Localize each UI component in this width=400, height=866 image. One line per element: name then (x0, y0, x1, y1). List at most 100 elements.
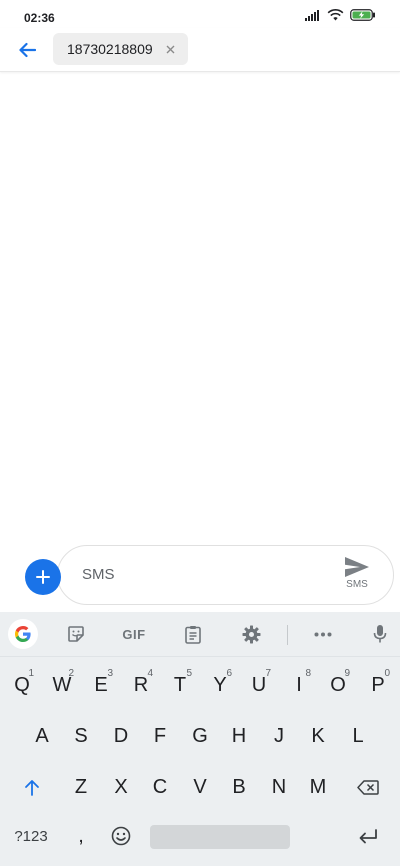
key-u[interactable]: U7 (239, 665, 279, 705)
key-label: J (274, 724, 284, 747)
key-hint: 9 (344, 668, 350, 679)
key-a[interactable]: A (22, 716, 62, 756)
key-label: F (153, 724, 167, 747)
recipient-number: 18730218809 (67, 41, 153, 57)
comma-key[interactable]: , (61, 816, 101, 856)
key-label: G (192, 724, 208, 747)
key-p[interactable]: P0 (358, 665, 398, 705)
key-q[interactable]: Q1 (2, 665, 42, 705)
key-label: Q (14, 673, 30, 696)
status-time: 02:36 (24, 11, 55, 25)
message-input[interactable] (82, 566, 322, 583)
gear-icon[interactable] (239, 621, 263, 647)
key-m[interactable]: M (298, 767, 338, 807)
add-attachment-button[interactable] (25, 559, 61, 595)
key-t[interactable]: T5 (160, 665, 200, 705)
key-label: I (296, 673, 302, 696)
key-label: E (94, 673, 108, 696)
backspace-icon (357, 779, 379, 795)
key-label: L (352, 724, 364, 747)
clipboard-icon[interactable] (181, 621, 205, 647)
key-hint: 3 (107, 668, 113, 679)
close-icon[interactable] (162, 41, 178, 57)
key-label: U (251, 673, 267, 696)
gif-button[interactable]: GIF (118, 621, 150, 647)
key-f[interactable]: F (140, 716, 180, 756)
google-g-icon[interactable] (8, 619, 38, 649)
send-icon (345, 557, 369, 577)
key-label: M (309, 775, 327, 798)
comma-label: , (78, 824, 84, 847)
key-hint: 2 (68, 668, 74, 679)
key-label: O (330, 673, 346, 696)
key-c[interactable]: C (140, 767, 180, 807)
key-hint: 0 (384, 668, 390, 679)
sticker-icon[interactable] (64, 621, 88, 647)
key-h[interactable]: H (219, 716, 259, 756)
toolbar-divider (287, 625, 288, 645)
shift-key[interactable] (12, 767, 52, 807)
status-bar: 02:36 (0, 0, 400, 28)
key-label: C (152, 775, 168, 798)
more-options-icon[interactable] (311, 621, 335, 647)
key-hint: 6 (226, 668, 232, 679)
arrow-left-icon (19, 42, 36, 58)
key-label: D (113, 724, 129, 747)
send-button[interactable]: SMS (341, 556, 373, 596)
key-label: B (232, 775, 246, 798)
key-hint: 5 (186, 668, 192, 679)
key-k[interactable]: K (298, 716, 338, 756)
enter-icon (359, 828, 377, 843)
plus-icon (36, 570, 50, 584)
key-e[interactable]: E3 (81, 665, 121, 705)
key-z[interactable]: Z (61, 767, 101, 807)
key-r[interactable]: R4 (121, 665, 161, 705)
key-i[interactable]: I8 (279, 665, 319, 705)
recipient-chip[interactable]: 18730218809 (53, 33, 188, 65)
symbols-key[interactable]: ?123 (6, 816, 56, 856)
keyboard: G I F Q 1 W 2 E 3 R 4 T 5 Y 6 U 7 I 8 O 9 … (0, 612, 400, 866)
send-label: SMS (346, 579, 368, 590)
key-s[interactable]: S (61, 716, 101, 756)
key-label: N (271, 775, 287, 798)
status-icons (305, 9, 376, 21)
microphone-icon[interactable] (368, 621, 392, 647)
emoji-key[interactable] (101, 816, 141, 856)
key-b[interactable]: B (219, 767, 259, 807)
key-label: S (74, 724, 88, 747)
back-button[interactable] (14, 37, 40, 63)
gif-label: GIF (122, 626, 146, 642)
key-hint: 7 (265, 668, 271, 679)
key-x[interactable]: X (101, 767, 141, 807)
space-key[interactable] (150, 825, 290, 849)
key-y[interactable]: Y6 (200, 665, 240, 705)
compose-field: SMS (57, 545, 394, 605)
key-label: P (371, 673, 385, 696)
wifi-icon (327, 9, 344, 21)
key-label: K (311, 724, 325, 747)
keyboard-toolbar: GIF (0, 612, 400, 657)
backspace-key[interactable] (348, 767, 388, 807)
key-w[interactable]: W2 (42, 665, 82, 705)
key-v[interactable]: V (180, 767, 220, 807)
key-g[interactable]: G (180, 716, 220, 756)
key-label: A (35, 724, 49, 747)
key-d[interactable]: D (101, 716, 141, 756)
key-hint: 1 (28, 668, 34, 679)
key-label: X (114, 775, 128, 798)
symbols-label: ?123 (14, 827, 48, 845)
compose-area: SMS (0, 545, 400, 611)
shift-arrow-icon (25, 779, 39, 796)
key-o[interactable]: O9 (318, 665, 358, 705)
key-label: V (193, 775, 207, 798)
key-l[interactable]: L (338, 716, 378, 756)
smiley-icon (111, 826, 131, 846)
key-hint: 4 (147, 668, 153, 679)
enter-key[interactable] (348, 816, 388, 856)
app-bar: 18730218809 (0, 28, 400, 72)
key-label: R (133, 673, 149, 696)
key-j[interactable]: J (259, 716, 299, 756)
key-label: Y (213, 673, 227, 696)
battery-charging-icon (350, 9, 375, 21)
key-n[interactable]: N (259, 767, 299, 807)
